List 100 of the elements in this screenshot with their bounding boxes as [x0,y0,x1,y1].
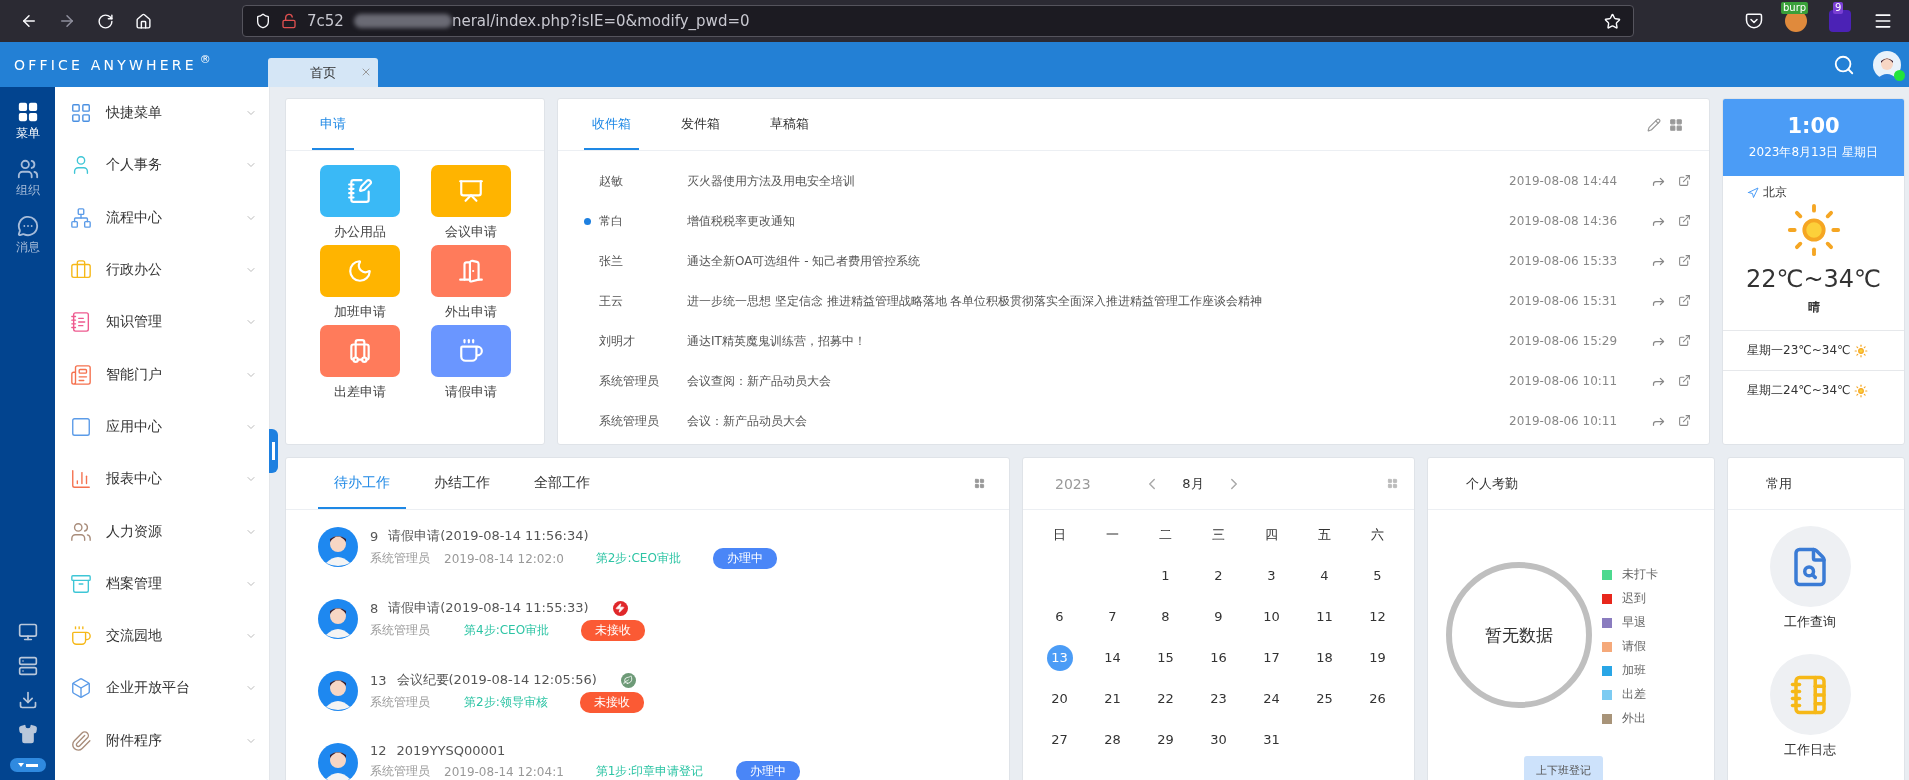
calendar-day[interactable]: 19 [1364,644,1391,671]
external-link-icon[interactable] [1678,253,1691,267]
reload-icon[interactable] [96,12,114,30]
calendar-day[interactable]: 4 [1311,562,1338,589]
address-bar[interactable]: 7c52 neral/index.php?isIE=0&modify_pwd=0 [242,5,1634,37]
calendar-day[interactable]: 18 [1311,644,1338,671]
menu-item[interactable]: 个人事务 [55,139,269,192]
work-title[interactable]: 会议纪要(2019-08-14 12:05:56) [396,671,597,689]
menu-item[interactable]: 档案管理 [55,557,269,610]
monitor-icon[interactable] [17,622,38,642]
shirt-icon[interactable] [17,724,38,744]
external-link-icon[interactable] [1678,373,1691,387]
work-title[interactable]: 2019YYSQ00001 [396,743,506,758]
menu-item[interactable]: 知识管理 [55,296,269,349]
work-tab[interactable]: 全部工作 [518,458,606,509]
mail-subject[interactable]: 会议：新产品动员大会 [687,412,1509,430]
shortcut-label[interactable]: 工作查询 [1784,613,1836,631]
calendar-day[interactable]: 27 [1046,726,1073,753]
calendar-day[interactable]: 16 [1205,644,1232,671]
calendar-day[interactable]: 12 [1364,603,1391,630]
calendar-day[interactable]: 26 [1364,685,1391,712]
external-link-icon[interactable] [1678,293,1691,307]
calendar-day[interactable]: 20 [1046,685,1073,712]
forward-icon[interactable] [58,12,76,30]
calendar-day[interactable]: 5 [1364,562,1391,589]
mail-tab[interactable]: 发件箱 [673,99,728,150]
rail-item[interactable]: 组织 [15,158,40,215]
mail-subject[interactable]: 增值税税率更改通知 [687,212,1509,230]
calendar-day[interactable]: 24 [1258,685,1285,712]
menu-icon[interactable] [1873,11,1893,31]
calendar-day[interactable]: 21 [1099,685,1126,712]
mail-tab[interactable]: 草稿箱 [762,99,817,150]
back-icon[interactable] [20,12,38,30]
calendar-day[interactable]: 31 [1258,726,1285,753]
menu-item[interactable]: 智能门户 [55,348,269,401]
rail-item[interactable]: 消息 [15,215,40,272]
calendar-day[interactable]: 9 [1205,603,1232,630]
edit-icon[interactable] [1647,117,1661,132]
page-tab[interactable]: 首页 [268,58,378,87]
shortcut-label[interactable]: 工作日志 [1784,741,1836,759]
mail-tab[interactable]: 收件箱 [584,99,639,150]
work-title[interactable]: 请假申请(2019-08-14 11:56:34) [388,527,589,545]
external-link-icon[interactable] [1678,413,1691,427]
calendar-day[interactable]: 10 [1258,603,1285,630]
calendar-day[interactable]: 14 [1099,644,1126,671]
rail-item[interactable]: 菜单 [15,101,40,158]
app-shortcut[interactable]: 会议申请 [415,165,526,241]
menu-item[interactable]: 交流园地 [55,609,269,663]
close-icon[interactable] [360,66,372,78]
menu-item[interactable]: 应用中心 [55,400,269,454]
menu-item[interactable]: 附件程序 [55,714,269,767]
calendar-day[interactable]: 22 [1152,685,1179,712]
mail-subject[interactable]: 会议查阅：新产品动员大会 [687,372,1509,390]
calendar-day[interactable]: 29 [1152,726,1179,753]
menu-item[interactable]: 企业开放平台 [55,662,269,715]
calendar-day[interactable]: 15 [1152,644,1179,671]
calendar-day[interactable]: 23 [1205,685,1232,712]
app-shortcut[interactable]: 办公用品 [304,165,415,241]
bookmark-star-icon[interactable] [1604,12,1621,30]
app-shortcut[interactable]: 出差申请 [304,325,415,401]
calendar-day[interactable]: 2 [1205,562,1232,589]
app-shortcut[interactable]: 外出申请 [415,245,526,321]
mail-subject[interactable]: 通达IT精英魔鬼训练营，招募中！ [687,332,1509,350]
calendar-day[interactable]: 28 [1099,726,1126,753]
grid-icon[interactable] [974,478,985,489]
menu-item[interactable]: 人力资源 [55,505,269,558]
calendar-day[interactable]: 25 [1311,685,1338,712]
external-link-icon[interactable] [1678,213,1691,227]
mail-subject[interactable]: 灭火器使用方法及用电安全培训 [687,172,1509,190]
work-title[interactable]: 请假申请(2019-08-14 11:55:33) [388,599,589,617]
grid-icon[interactable] [1387,478,1398,489]
toggle-icon[interactable] [9,758,46,772]
pocket-icon[interactable] [1745,12,1763,30]
collapse-handle[interactable] [269,429,278,473]
calendar-day[interactable]: 17 [1258,644,1285,671]
mail-subject[interactable]: 通达全新OA可选组件 - 知己者费用管控系统 [687,252,1509,270]
grid-icon[interactable] [1669,117,1683,132]
work-tab[interactable]: 办结工作 [418,458,506,509]
calendar-day[interactable]: 7 [1099,603,1126,630]
calendar-day[interactable]: 3 [1258,562,1285,589]
clock-in-button[interactable]: 上下班登记 [1524,756,1603,780]
calendar-day[interactable]: 8 [1152,603,1179,630]
calendar-day[interactable]: 11 [1311,603,1338,630]
home-icon[interactable] [134,12,152,30]
work-tab[interactable]: 待办工作 [318,458,406,509]
app-shortcut[interactable]: 请假申请 [415,325,526,401]
menu-item[interactable]: 快捷菜单 [55,87,269,140]
server-icon[interactable] [17,656,38,676]
calendar-day[interactable]: 6 [1046,603,1073,630]
calendar-day[interactable]: 1 [1152,562,1179,589]
search-icon[interactable] [1833,53,1855,76]
menu-item[interactable]: 行政办公 [55,243,269,297]
calendar-day[interactable]: 30 [1205,726,1232,753]
mail-subject[interactable]: 进一步统一思想 坚定信念 推进精益管理战略落地 各单位积极贯彻落实全面深入推进精益管理工作座谈会精神 [687,292,1509,310]
panel-tab[interactable]: 申请 [312,99,354,150]
menu-item[interactable]: 报表中心 [55,453,269,506]
download-icon[interactable] [17,690,38,710]
external-link-icon[interactable] [1678,173,1691,187]
menu-item[interactable]: 流程中心 [55,191,269,244]
app-shortcut[interactable]: 加班申请 [304,245,415,321]
